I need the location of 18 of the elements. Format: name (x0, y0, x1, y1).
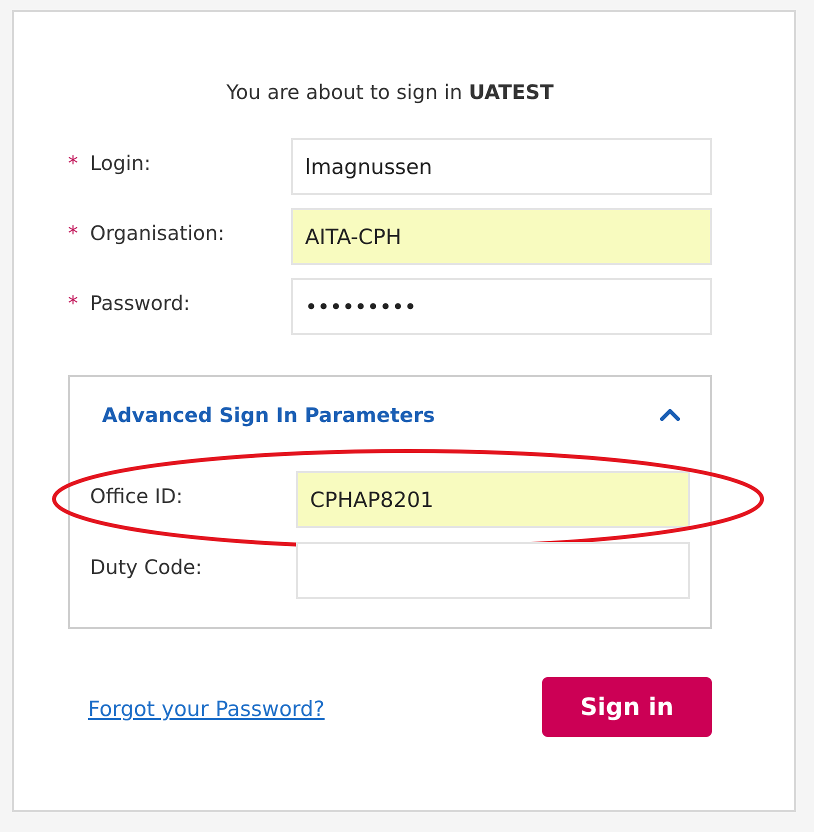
field-label: Organisation: (90, 220, 225, 244)
input-field[interactable]: lmagnussen (291, 138, 712, 195)
input-field[interactable]: CPHAP8201 (296, 471, 690, 528)
field-label: Office ID: (90, 484, 183, 508)
required-mark: * (68, 290, 78, 314)
input-field[interactable]: ••••••••• (291, 278, 712, 335)
sign-in-button[interactable]: Sign in (542, 677, 712, 737)
field-label: Login: (90, 150, 151, 174)
forgot-password-link[interactable]: Forgot your Password? (88, 697, 325, 721)
required-mark: * (68, 220, 78, 244)
chevron-up-icon[interactable] (660, 409, 680, 421)
field-label: Duty Code: (90, 554, 202, 578)
input-field[interactable]: AITA-CPH (291, 208, 712, 265)
field-label: Password: (90, 290, 190, 314)
input-field[interactable] (296, 542, 690, 599)
sign-in-heading: You are about to sign in UATEST (225, 80, 555, 104)
advanced-section-title[interactable]: Advanced Sign In Parameters (102, 403, 435, 427)
required-mark: * (68, 150, 78, 174)
